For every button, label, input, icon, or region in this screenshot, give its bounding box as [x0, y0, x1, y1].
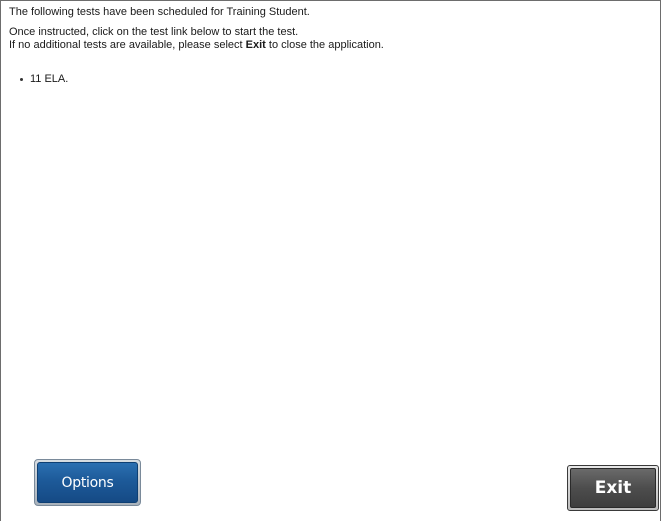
instruction-line-2-start: If no additional tests are available, pl…	[9, 39, 246, 51]
bullet-icon	[20, 78, 23, 81]
instruction-line-2-end: to close the application.	[265, 39, 384, 51]
instruction-line-1: Once instructed, click on the test link …	[9, 26, 299, 38]
exit-button[interactable]: Exit	[567, 465, 659, 511]
instructions: Once instructed, click on the test link …	[9, 26, 652, 52]
exit-keyword: Exit	[245, 39, 266, 51]
scheduled-tests-text: The following tests have been scheduled …	[9, 6, 310, 18]
exit-button-face: Exit	[570, 468, 656, 508]
test-link-11-ela[interactable]: 11 ELA.	[30, 73, 68, 86]
options-button-face: Options	[37, 462, 138, 503]
instruction-line-2: If no additional tests are available, pl…	[9, 39, 652, 52]
options-button-label: Options	[61, 474, 114, 491]
exit-button-label: Exit	[594, 478, 632, 498]
test-list: 11 ELA.	[9, 73, 652, 86]
main-content: The following tests have been scheduled …	[9, 6, 652, 86]
list-item: 11 ELA.	[20, 73, 652, 86]
options-button[interactable]: Options	[34, 459, 141, 506]
